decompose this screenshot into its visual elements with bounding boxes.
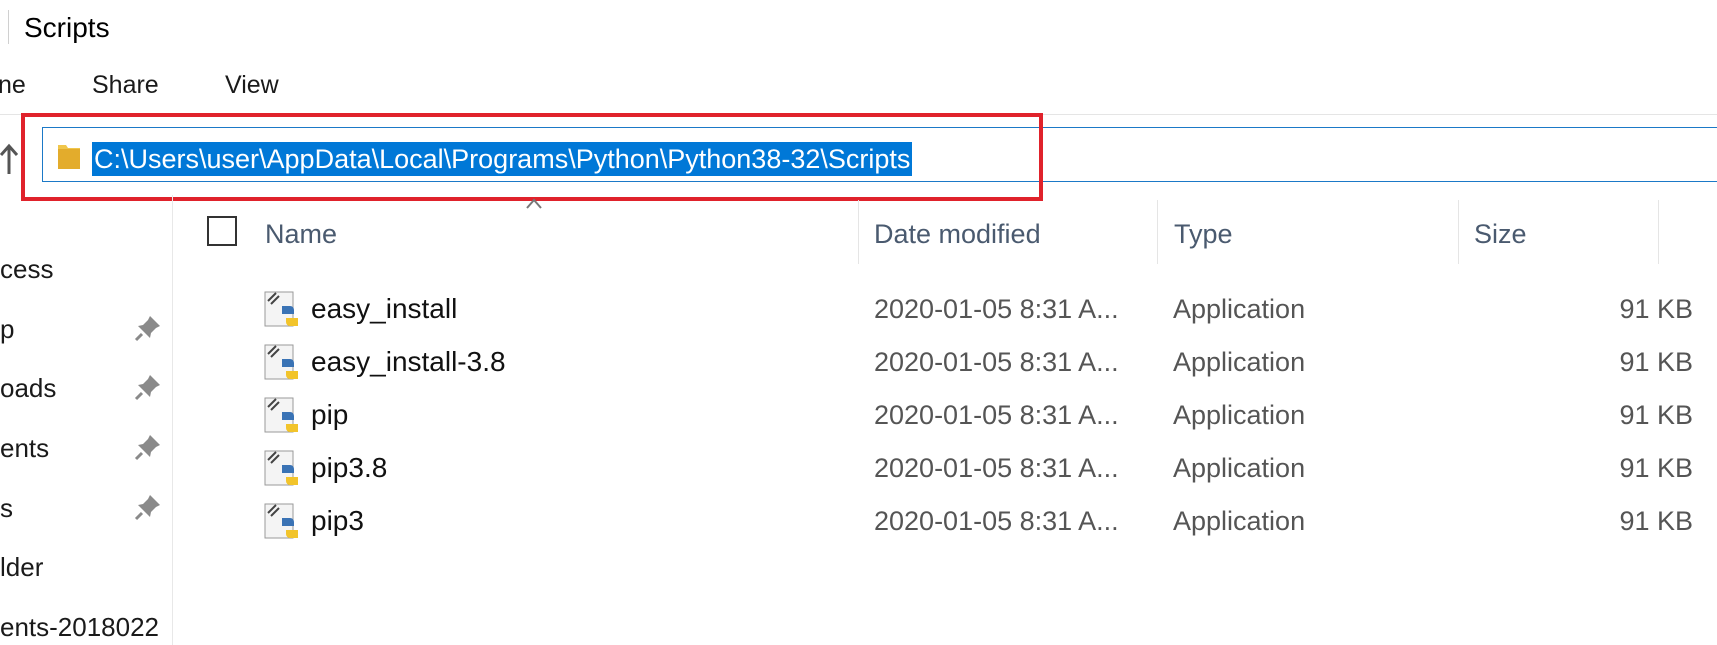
sort-caret-icon (526, 198, 542, 209)
window-title: Scripts (24, 12, 110, 43)
file-size: 91 KB (1619, 400, 1693, 430)
title-separator (8, 10, 9, 44)
nav-item-pictures[interactable]: s (0, 491, 13, 525)
file-type: Application (1173, 400, 1306, 430)
file-size: 91 KB (1619, 453, 1693, 483)
select-all-checkbox[interactable] (207, 216, 237, 246)
file-type: Application (1173, 506, 1306, 536)
file-size: 91 KB (1619, 294, 1693, 324)
file-name: easy_install (311, 293, 458, 324)
python-exe-icon (264, 344, 298, 380)
nav-item-quick-access[interactable]: cess (0, 252, 53, 286)
file-row[interactable]: pip3 2020-01-05 8:31 A... Application 91… (258, 495, 1717, 548)
nav-pane-divider (172, 195, 173, 645)
file-size: 91 KB (1619, 506, 1693, 536)
file-name: pip3.8 (311, 452, 388, 483)
pin-icon (134, 375, 160, 401)
file-type: Application (1173, 294, 1306, 324)
column-header-size[interactable]: Size (1474, 217, 1527, 251)
file-date-modified: 2020-01-05 8:31 A... (874, 294, 1119, 324)
file-row[interactable]: easy_install 2020-01-05 8:31 A... Applic… (258, 283, 1717, 336)
nav-item-documents[interactable]: ents (0, 431, 49, 465)
file-date-modified: 2020-01-05 8:31 A... (874, 506, 1119, 536)
annotation-highlight-box (21, 113, 1043, 201)
file-date-modified: 2020-01-05 8:31 A... (874, 400, 1119, 430)
nav-item-desktop[interactable]: p (0, 312, 14, 346)
python-exe-icon (264, 450, 298, 486)
nav-item-downloads[interactable]: oads (0, 371, 56, 405)
tab-home[interactable]: ne (0, 68, 26, 102)
pin-icon (134, 316, 160, 342)
file-type: Application (1173, 453, 1306, 483)
column-separator[interactable] (1658, 200, 1659, 264)
file-size: 91 KB (1619, 347, 1693, 377)
file-row[interactable]: easy_install-3.8 2020-01-05 8:31 A... Ap… (258, 336, 1717, 389)
pin-icon (134, 495, 160, 521)
column-separator[interactable] (1157, 200, 1158, 264)
file-name: pip (311, 399, 349, 430)
nav-item-documents-2018[interactable]: ents-2018022 (0, 610, 159, 644)
file-type: Application (1173, 347, 1306, 377)
nav-item-folder[interactable]: lder (0, 550, 43, 584)
python-exe-icon (264, 291, 298, 327)
column-separator[interactable] (1458, 200, 1459, 264)
python-exe-icon (264, 397, 298, 433)
column-separator[interactable] (858, 200, 859, 264)
tab-share[interactable]: Share (92, 68, 159, 102)
column-header-name[interactable]: Name (265, 217, 337, 251)
file-date-modified: 2020-01-05 8:31 A... (874, 347, 1119, 377)
python-exe-icon (264, 503, 298, 539)
file-date-modified: 2020-01-05 8:31 A... (874, 453, 1119, 483)
file-row[interactable]: pip 2020-01-05 8:31 A... Application 91 … (258, 389, 1717, 442)
column-header-type[interactable]: Type (1174, 217, 1233, 251)
file-name: pip3 (311, 505, 364, 536)
file-name: easy_install-3.8 (311, 346, 506, 377)
up-arrow-icon[interactable] (0, 142, 18, 176)
tab-view[interactable]: View (225, 68, 279, 102)
column-header-date-modified[interactable]: Date modified (874, 217, 1041, 251)
file-row[interactable]: pip3.8 2020-01-05 8:31 A... Application … (258, 442, 1717, 495)
pin-icon (134, 435, 160, 461)
